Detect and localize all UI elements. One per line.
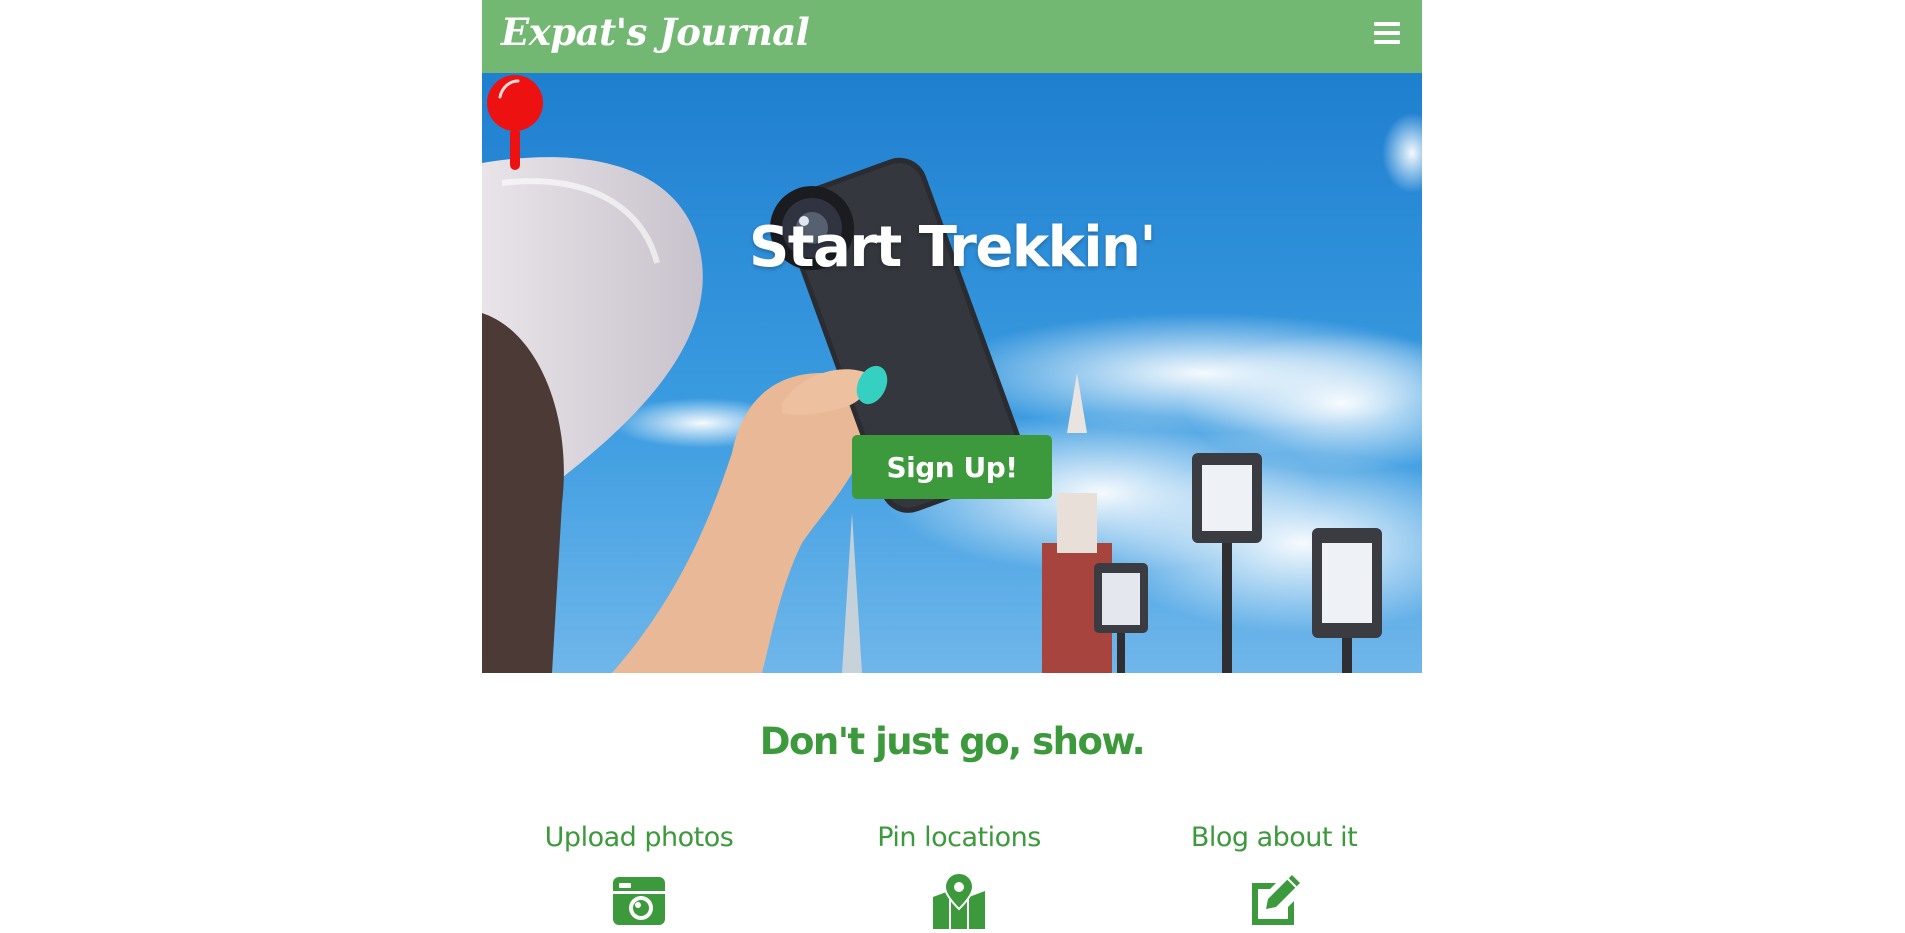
page: Expat's Journal Start Trekkin' Sign Up! … xyxy=(482,0,1422,933)
feature-label: Pin locations xyxy=(877,822,1041,853)
map-pin-icon xyxy=(487,75,543,170)
edit-icon xyxy=(1252,875,1300,925)
feature-pin-locations: Pin locations xyxy=(819,822,1099,929)
hamburger-menu-icon[interactable] xyxy=(1374,22,1400,48)
tagline: Don't just go, show. xyxy=(759,720,1146,763)
navbar: Expat's Journal xyxy=(482,0,1422,73)
map-location-icon xyxy=(933,873,985,929)
camera-icon xyxy=(613,877,665,925)
sign-up-button[interactable]: Sign Up! xyxy=(852,435,1052,499)
hero-banner: Start Trekkin' Sign Up! xyxy=(482,73,1422,673)
feature-label: Blog about it xyxy=(1190,822,1358,853)
feature-label: Upload photos xyxy=(544,822,734,853)
feature-blog-about-it: Blog about it xyxy=(1134,822,1414,929)
hero-background-image xyxy=(482,73,1422,673)
hero-title: Start Trekkin' xyxy=(748,215,1157,280)
feature-upload-photos: Upload photos xyxy=(499,822,779,929)
brand-logo[interactable]: Expat's Journal xyxy=(501,10,810,54)
